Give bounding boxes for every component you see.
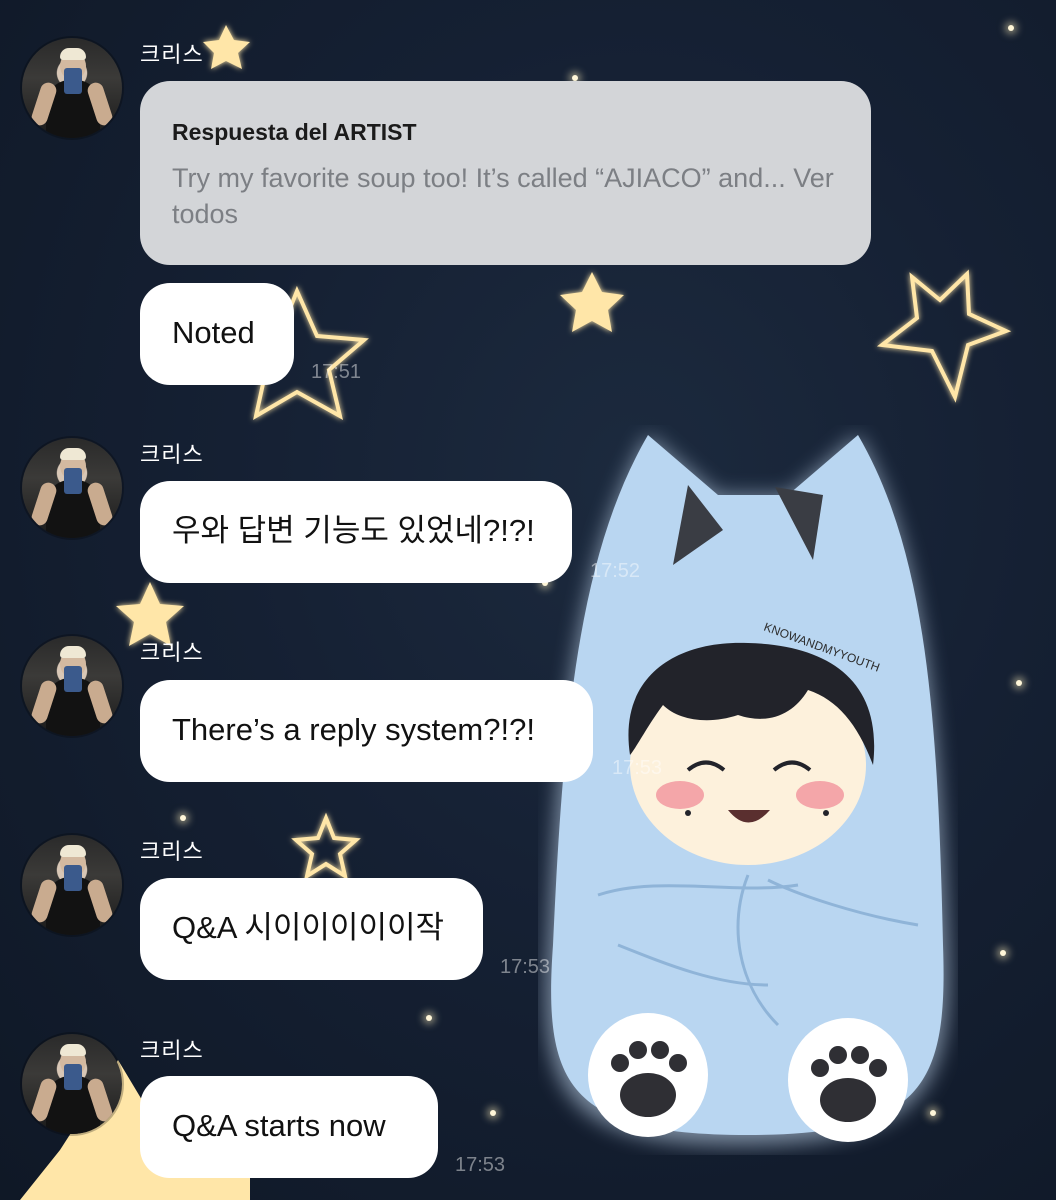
star-icon xyxy=(203,25,250,69)
star-icon xyxy=(560,272,624,332)
sparkle-icon xyxy=(1008,25,1014,31)
sparkle-icon xyxy=(1016,680,1022,686)
sender-name: 크리스 xyxy=(140,640,204,665)
avatar[interactable] xyxy=(22,438,122,538)
reply-card-preview: Try my favorite soup too! It’s called “A… xyxy=(172,163,786,193)
avatar[interactable] xyxy=(22,38,122,138)
message-bubble[interactable]: 우와 답변 기능도 있었네?!?! xyxy=(140,481,572,583)
star-outline-icon xyxy=(291,812,361,881)
sender-name: 크리스 xyxy=(140,1038,204,1063)
sparkle-icon xyxy=(426,1015,432,1021)
reply-card-title: Respuesta del ARTIST xyxy=(172,119,417,145)
avatar[interactable] xyxy=(22,835,122,935)
message-time: 17:53 xyxy=(500,956,551,978)
avatar[interactable] xyxy=(22,1034,122,1134)
sender-name: 크리스 xyxy=(140,442,204,467)
message-time: 17:51 xyxy=(311,361,362,383)
reply-card-text: Try my favorite soup too! It’s called “A… xyxy=(172,160,839,232)
message-bubble[interactable]: Q&A starts now xyxy=(140,1076,438,1178)
sparkle-icon xyxy=(180,815,186,821)
sticker-character: KNOWANDMYYOUTH xyxy=(538,425,958,1160)
message-bubble[interactable]: Noted xyxy=(140,283,294,385)
sparkle-icon xyxy=(490,1110,496,1116)
message-bubble[interactable]: There’s a reply system?!?! xyxy=(140,680,593,782)
message-time: 17:52 xyxy=(590,560,641,582)
artist-reply-card[interactable]: Respuesta del ARTIST Try my favorite sou… xyxy=(140,81,871,265)
star-outline-icon xyxy=(876,269,1012,403)
message-bubble[interactable]: Q&A 시이이이이이작 xyxy=(140,878,483,980)
sender-name: 크리스 xyxy=(140,42,204,67)
message-time: 17:53 xyxy=(612,757,663,779)
message-time: 17:53 xyxy=(455,1154,506,1176)
sparkle-icon xyxy=(1000,950,1006,956)
sender-name: 크리스 xyxy=(140,839,204,864)
avatar[interactable] xyxy=(22,636,122,736)
